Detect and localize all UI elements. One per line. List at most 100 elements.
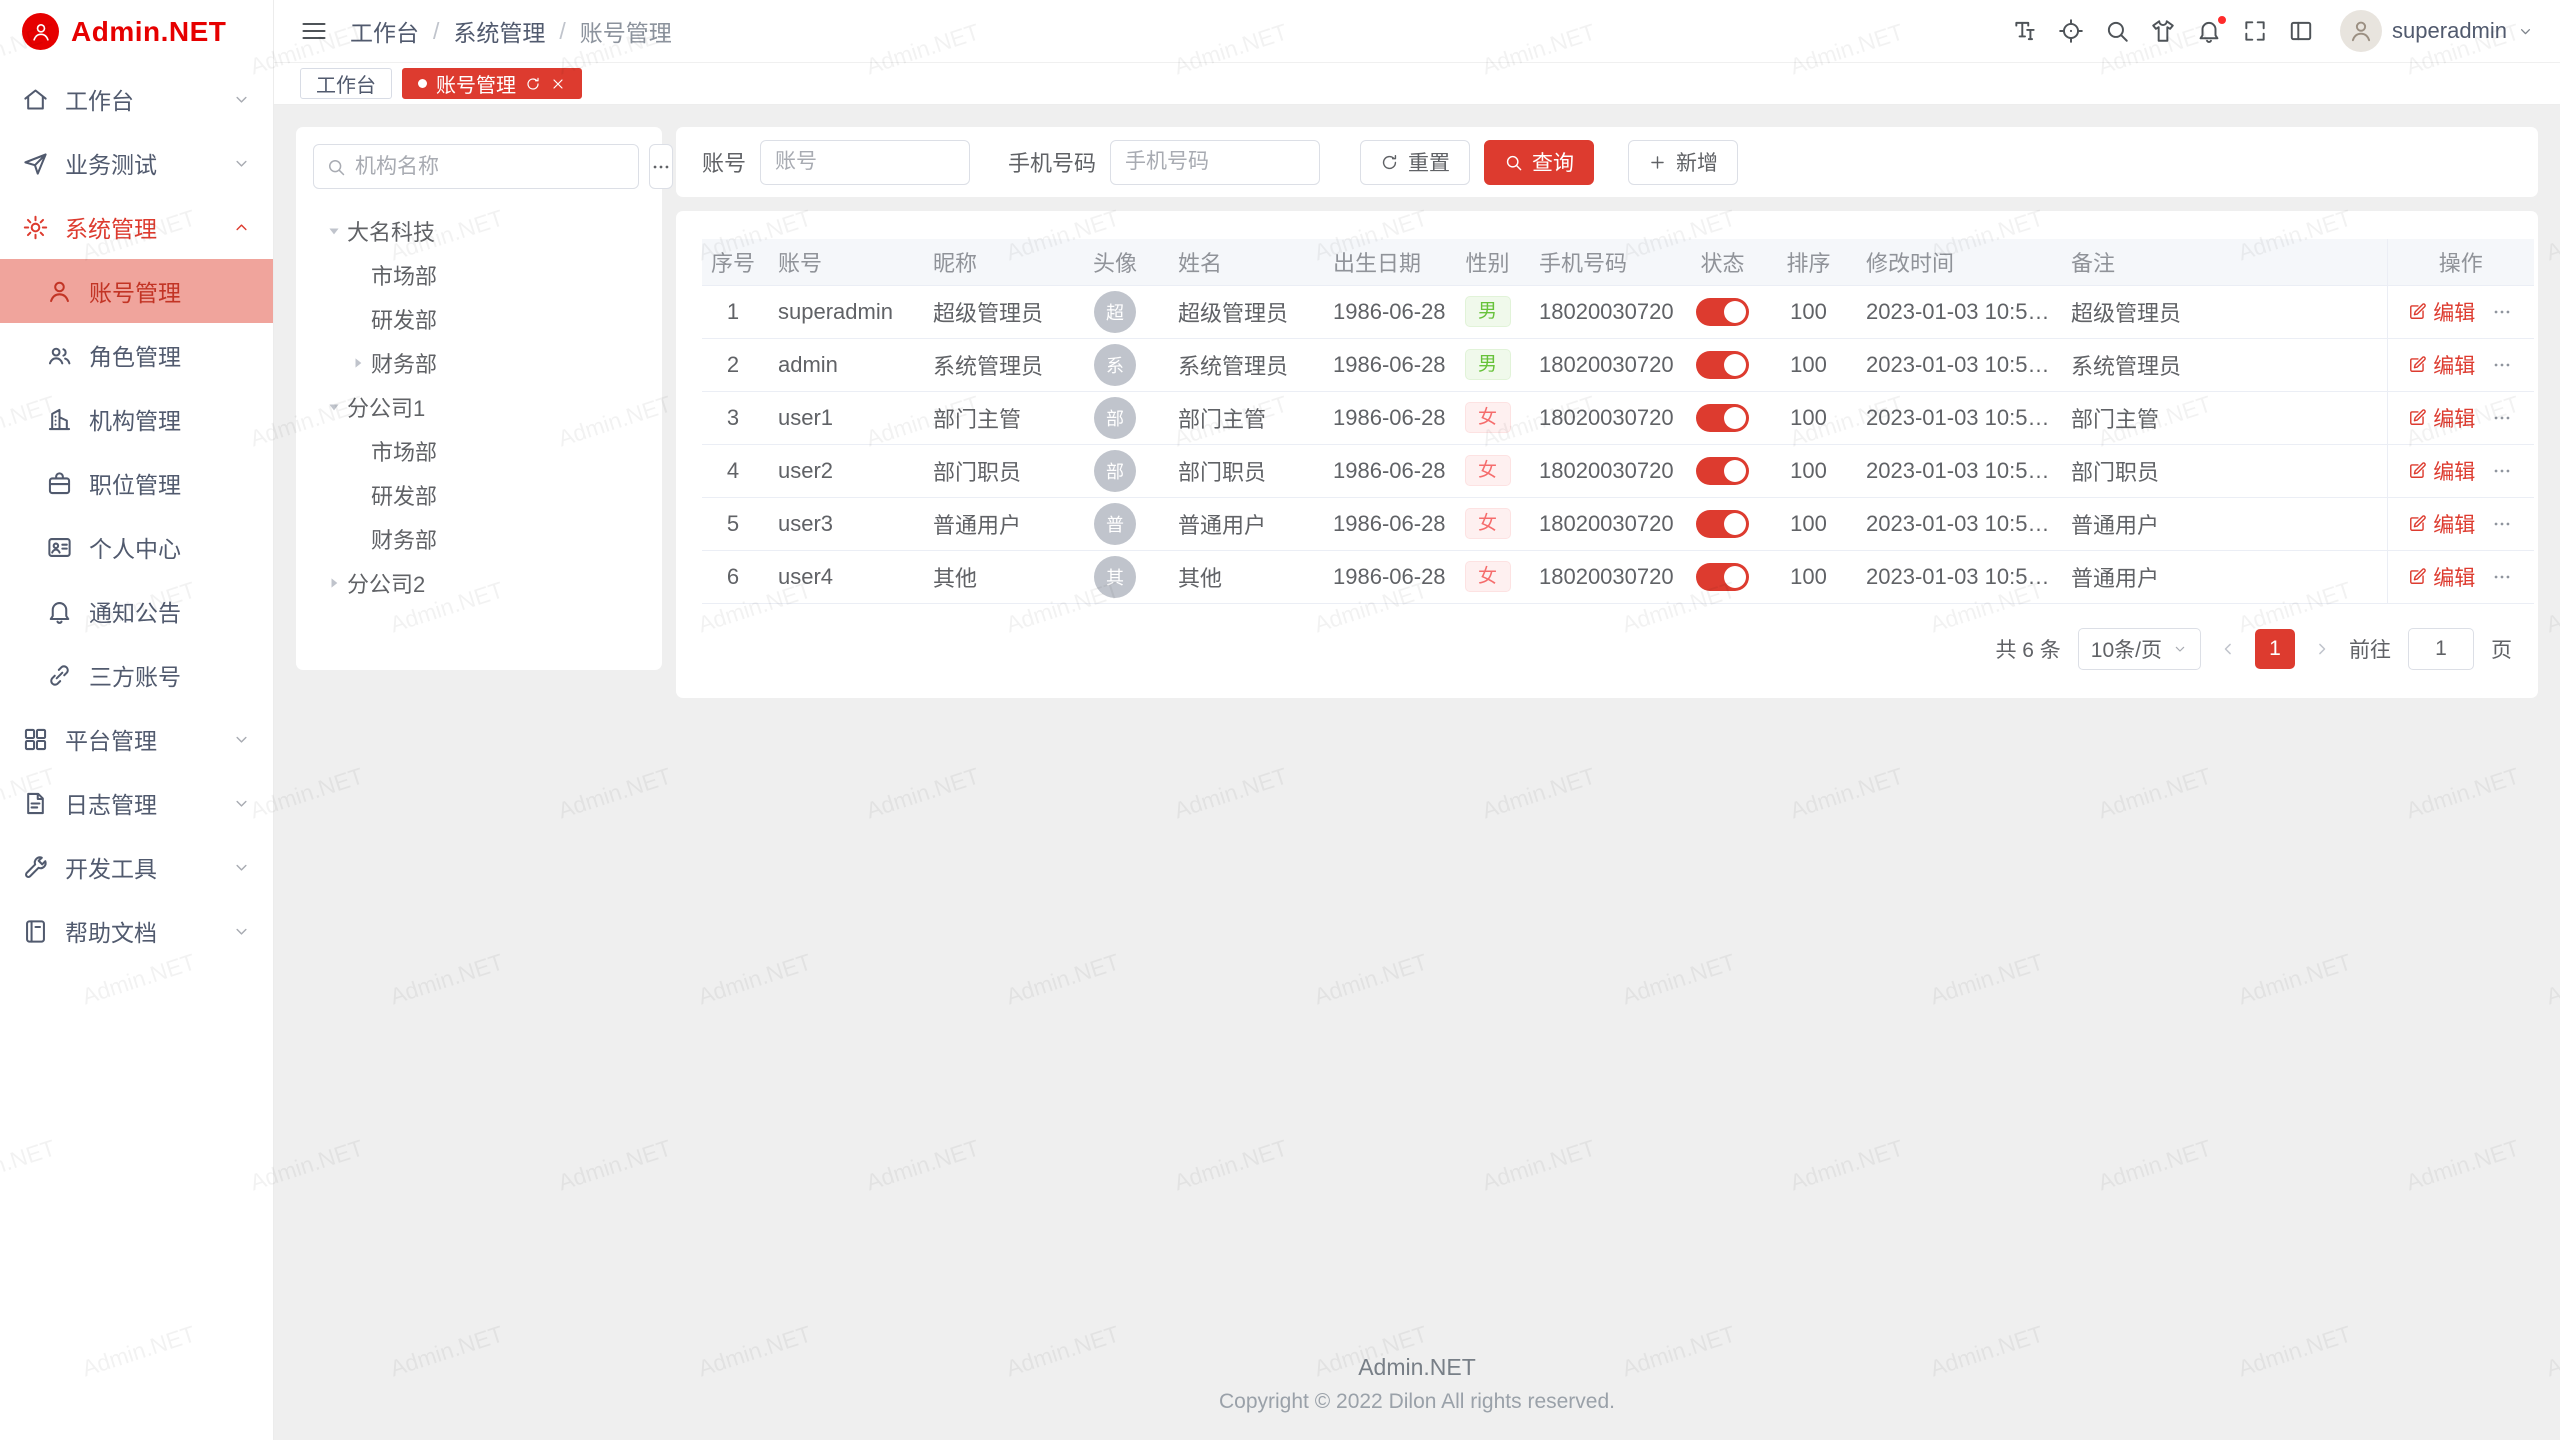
- global-search-button[interactable]: [2104, 18, 2130, 44]
- sidebar-item-position-management[interactable]: 职位管理: [0, 451, 273, 515]
- edit-button[interactable]: 编辑: [2408, 297, 2475, 327]
- tab-refresh-icon[interactable]: [525, 76, 541, 92]
- cell-index: 3: [702, 391, 764, 444]
- sidebar-item-third-party-account[interactable]: 三方账号: [0, 643, 273, 707]
- tree-node[interactable]: 市场部: [313, 429, 645, 473]
- add-button-label: 新增: [1676, 147, 1718, 177]
- row-more-button[interactable]: [2491, 407, 2513, 429]
- username: superadmin: [2392, 18, 2507, 44]
- sidebar-item-label: 账号管理: [89, 274, 181, 308]
- tree-node[interactable]: 市场部: [313, 253, 645, 297]
- sidebar-item-role-management[interactable]: 角色管理: [0, 323, 273, 387]
- sidebar-item-system-management[interactable]: 系统管理: [0, 195, 273, 259]
- sidebar-item-platform-management[interactable]: 平台管理: [0, 707, 273, 771]
- row-more-button[interactable]: [2491, 460, 2513, 482]
- row-more-button[interactable]: [2491, 566, 2513, 588]
- tree-node-label: 研发部: [371, 479, 437, 511]
- org-search-input[interactable]: [355, 155, 626, 179]
- tree-node[interactable]: 财务部: [313, 517, 645, 561]
- page-size-select[interactable]: 10条/页: [2078, 628, 2201, 670]
- row-more-button[interactable]: [2491, 354, 2513, 376]
- cell-phone: 18020030720: [1525, 550, 1680, 603]
- org-more-button[interactable]: [649, 144, 673, 189]
- phone-filter-input[interactable]: [1110, 140, 1320, 185]
- tree-node[interactable]: 研发部: [313, 297, 645, 341]
- notification-button[interactable]: [2196, 18, 2222, 44]
- sidebar-item-notice[interactable]: 通知公告: [0, 579, 273, 643]
- prev-page-button[interactable]: [2218, 639, 2238, 659]
- edit-button[interactable]: 编辑: [2408, 509, 2475, 539]
- sidebar-item-org-management[interactable]: 机构管理: [0, 387, 273, 451]
- tree-node[interactable]: 研发部: [313, 473, 645, 517]
- cell-account: user4: [764, 550, 919, 603]
- caret-right[interactable]: [345, 350, 371, 376]
- tab-close-icon[interactable]: [550, 76, 566, 92]
- status-toggle[interactable]: [1696, 298, 1749, 326]
- font-size-button[interactable]: [2012, 18, 2038, 44]
- column-header: 头像: [1066, 239, 1164, 285]
- user-avatar: 系: [1094, 344, 1136, 386]
- collapse-menu-button[interactable]: [300, 17, 328, 45]
- sidebar-item-dev-tools[interactable]: 开发工具: [0, 835, 273, 899]
- sidebar-item-account-management[interactable]: 账号管理: [0, 259, 273, 323]
- goto-page-input[interactable]: [2408, 628, 2474, 670]
- tree-node[interactable]: 财务部: [313, 341, 645, 385]
- cell-nickname: 系统管理员: [919, 338, 1066, 391]
- column-header: 性别: [1450, 239, 1525, 285]
- status-toggle[interactable]: [1696, 563, 1749, 591]
- edit-button[interactable]: 编辑: [2408, 403, 2475, 433]
- reset-button[interactable]: 重置: [1360, 140, 1470, 185]
- search-button[interactable]: 查询: [1484, 140, 1594, 185]
- column-header: 手机号码: [1525, 239, 1680, 285]
- theme-button[interactable]: [2150, 18, 2176, 44]
- tab-account-management[interactable]: 账号管理: [402, 68, 582, 99]
- pagination: 共 6 条 10条/页 1 前往 页: [702, 628, 2512, 670]
- footer-copyright: Copyright © 2022 Dilon All rights reserv…: [274, 1390, 2560, 1414]
- caret-down[interactable]: [321, 394, 347, 420]
- cell-avatar: 系: [1066, 338, 1164, 391]
- status-toggle[interactable]: [1696, 351, 1749, 379]
- phone-filter-label: 手机号码: [1008, 146, 1096, 178]
- layout-settings-button[interactable]: [2288, 18, 2314, 44]
- row-more-button[interactable]: [2491, 513, 2513, 535]
- cell-account: admin: [764, 338, 919, 391]
- row-more-button[interactable]: [2491, 301, 2513, 323]
- sidebar-item-label: 工作台: [65, 82, 134, 116]
- tree-node[interactable]: 大名科技: [313, 209, 645, 253]
- fullscreen-button[interactable]: [2242, 18, 2268, 44]
- tree-node-label: 财务部: [371, 523, 437, 555]
- edit-button[interactable]: 编辑: [2408, 456, 2475, 486]
- cell-nickname: 超级管理员: [919, 285, 1066, 338]
- breadcrumb-item[interactable]: 工作台: [350, 14, 419, 48]
- page-number-button[interactable]: 1: [2255, 629, 2295, 669]
- column-header: 出生日期: [1319, 239, 1450, 285]
- gender-badge: 男: [1465, 296, 1511, 328]
- sidebar-item-log-management[interactable]: 日志管理: [0, 771, 273, 835]
- sidebar-item-business-test[interactable]: 业务测试: [0, 131, 273, 195]
- edit-button[interactable]: 编辑: [2408, 350, 2475, 380]
- caret-down[interactable]: [321, 218, 347, 244]
- tree-node[interactable]: 分公司1: [313, 385, 645, 429]
- edit-button[interactable]: 编辑: [2408, 562, 2475, 592]
- user-menu[interactable]: superadmin: [2340, 10, 2534, 52]
- edit-icon: [2408, 514, 2427, 533]
- status-toggle[interactable]: [1696, 404, 1749, 432]
- cell-order: 100: [1765, 444, 1852, 497]
- locate-button[interactable]: [2058, 18, 2084, 44]
- next-page-button[interactable]: [2312, 639, 2332, 659]
- status-toggle[interactable]: [1696, 510, 1749, 538]
- caret-right[interactable]: [321, 570, 347, 596]
- sidebar-item-workbench[interactable]: 工作台: [0, 67, 273, 131]
- sidebar-item-label: 帮助文档: [65, 914, 157, 948]
- status-toggle[interactable]: [1696, 457, 1749, 485]
- tab-workbench[interactable]: 工作台: [300, 68, 392, 99]
- user-avatar: 普: [1094, 503, 1136, 545]
- account-filter-input[interactable]: [760, 140, 970, 185]
- breadcrumb-item[interactable]: 账号管理: [580, 14, 672, 48]
- sidebar-item-help-docs[interactable]: 帮助文档: [0, 899, 273, 963]
- sidebar-item-personal-center[interactable]: 个人中心: [0, 515, 273, 579]
- add-button[interactable]: 新增: [1628, 140, 1738, 185]
- tree-node[interactable]: 分公司2: [313, 561, 645, 605]
- breadcrumb-item[interactable]: 系统管理: [453, 14, 545, 48]
- column-header: 姓名: [1164, 239, 1319, 285]
